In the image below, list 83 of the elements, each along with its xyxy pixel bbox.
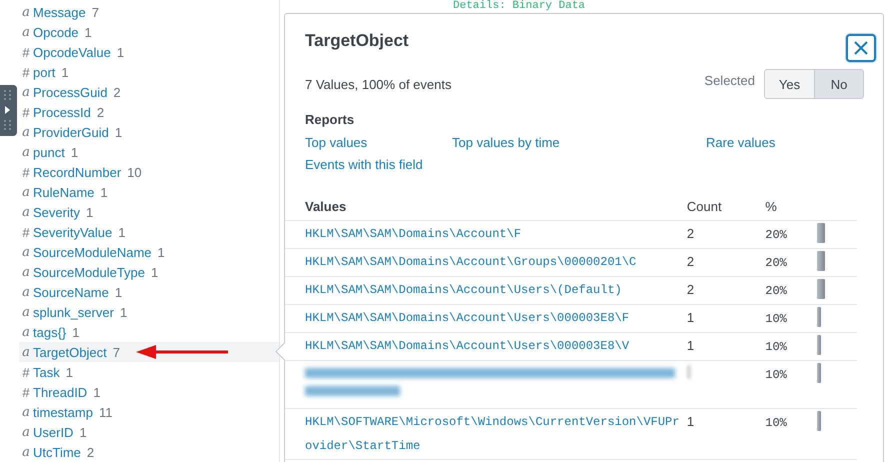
detail-text: Details: Binary Data [453,0,586,12]
values-summary: 7 Values, 100% of events [305,76,452,92]
field-type-glyph: # [21,384,31,400]
count-text: 2 [686,254,694,268]
field-item[interactable]: # ProcessId 2 [19,102,279,122]
count-text: 2 [686,282,694,296]
field-type-glyph: # [21,224,31,240]
field-item[interactable]: # Task 1 [19,362,279,382]
field-item[interactable]: a RuleName 1 [19,182,279,202]
field-type-glyph: a [21,324,31,340]
field-item[interactable]: a SourceModuleType 1 [19,262,279,282]
report-link[interactable]: Top values by time [452,135,706,150]
count-text: 1 [686,414,694,428]
field-type-glyph: a [21,344,31,360]
field-item[interactable]: a Severity 1 [19,202,279,222]
field-type-glyph: # [21,104,31,120]
field-type-glyph: a [21,144,31,160]
field-item[interactable]: # port 1 [19,62,279,82]
reports-heading: Reports [305,112,356,127]
field-type-glyph: # [21,44,31,60]
toggle-option[interactable]: No [814,70,863,98]
field-item[interactable]: # SeverityValue 1 [19,222,279,242]
collapse-handle[interactable] [0,85,17,136]
field-type-glyph: a [21,444,31,460]
column-header: Values [285,194,687,220]
field-type-glyph: a [21,204,31,220]
percent-text: 10% [765,340,787,354]
field-type-glyph: # [21,64,31,80]
percent-text: 10% [765,312,787,326]
field-item[interactable]: a splunk_server 1 [19,302,279,322]
count-text: 1 [686,338,694,352]
field-item[interactable]: a UtcTime 2 [19,442,279,462]
field-item[interactable]: a SourceName 1 [19,282,279,302]
count-text: 2 [686,226,694,240]
value-link[interactable]: HKLM\SAM\SAM\Domains\Account\Groups\00000201\C [305,250,687,274]
close-button[interactable] [846,34,876,62]
field-item[interactable]: a tags{} 1 [19,322,279,342]
popup-title: TargetObject [305,30,409,51]
field-item[interactable]: # OpcodeValue 1 [19,42,279,62]
report-link[interactable]: Events with this field [305,157,452,172]
field-item[interactable]: a SourceModuleName 1 [19,242,279,262]
field-item[interactable]: a ProviderGuid 1 [19,122,279,142]
percent-text: 10% [765,368,787,382]
report-link[interactable]: Rare values [706,135,826,150]
field-type-glyph: a [21,184,31,200]
field-type-glyph: a [21,124,31,140]
percent-text: 10% [765,416,787,430]
value-link[interactable]: HKLM\SAM\SAM\Domains\Account\F [305,222,687,246]
field-type-glyph: a [21,24,31,40]
field-type-glyph: a [21,84,31,100]
field-item[interactable]: a TargetObject 7 [19,342,279,362]
field-type-glyph: a [21,244,31,260]
field-item[interactable]: a punct 1 [19,142,279,162]
value-link[interactable]: HKLM\SAM\SAM\Domains\Account\Users\(Default) [305,278,687,302]
field-item[interactable]: a Message 7 [19,2,279,22]
value-link[interactable]: HKLM\SOFTWARE\Microsoft\Windows\CurrentVersion\VFUProvider\StartTime [305,410,687,458]
field-type-glyph: # [21,164,31,180]
percent-text: 20% [765,256,787,270]
field-item[interactable]: a timestamp 11 [19,402,279,422]
field-type-glyph: a [21,264,31,280]
column-header: Count [686,194,766,220]
field-type-glyph: a [21,4,31,20]
percent-text: 20% [765,228,787,242]
count-text: 1 [686,310,694,324]
close-icon [854,41,868,55]
value-link[interactable]: HKLM\SAM\SAM\Domains\Account\Users\000003E8\F [305,306,687,330]
column-header: % [765,194,817,220]
field-item[interactable]: # ThreadID 1 [19,382,279,402]
field-type-glyph: a [21,284,31,300]
field-item[interactable]: a ProcessGuid 2 [19,82,279,102]
field-item[interactable]: a UserID 1 [19,422,279,442]
field-type-glyph: a [21,424,31,440]
toggle-option[interactable]: Yes [765,70,814,98]
report-link[interactable]: Top values [305,135,452,150]
field-type-glyph: # [21,364,31,380]
percent-text: 20% [765,284,787,298]
blurred-count [686,364,691,378]
field-type-glyph: a [21,404,31,420]
field-item[interactable]: a Opcode 1 [19,22,279,42]
field-type-glyph: a [21,304,31,320]
value-link[interactable]: HKLM\SAM\SAM\Domains\Account\Users\000003E8\V [305,334,687,358]
selected-label: Selected [704,72,755,88]
field-item[interactable]: # RecordNumber 10 [19,162,279,182]
